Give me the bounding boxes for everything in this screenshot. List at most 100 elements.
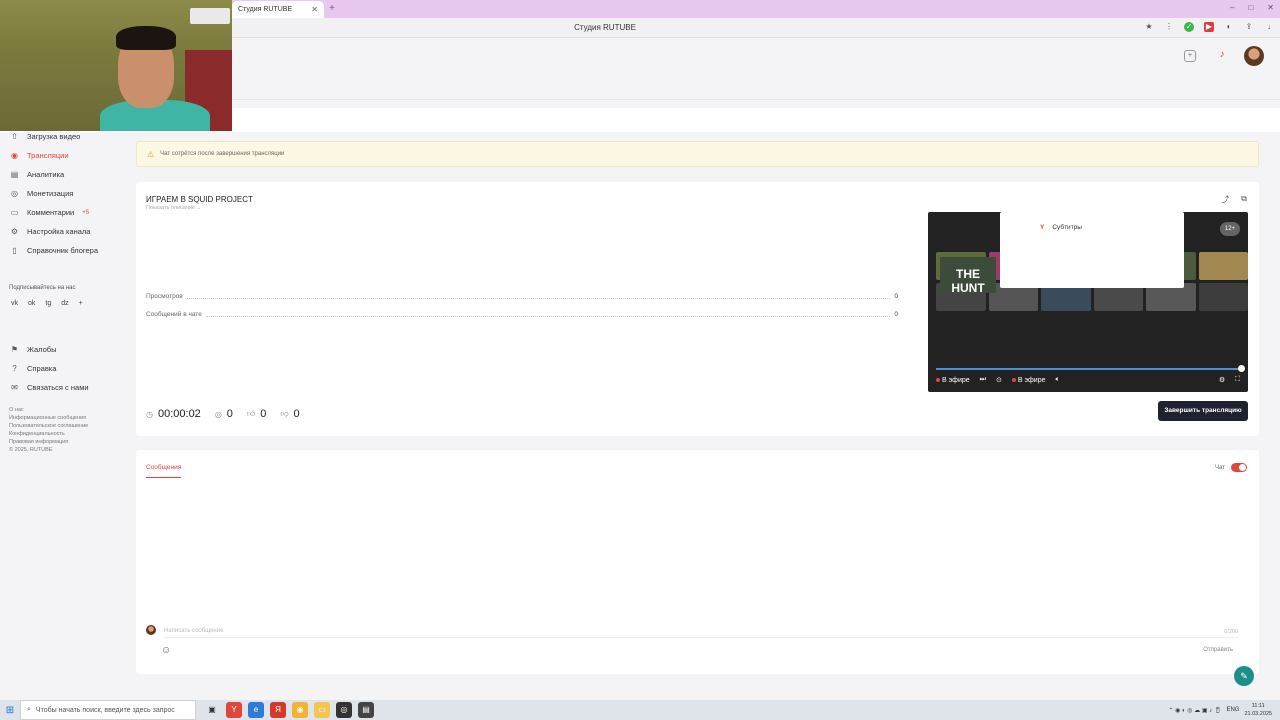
bookmark-icon[interactable]: ★ [1144, 22, 1154, 32]
yandex-icon[interactable]: Я [270, 702, 286, 718]
show-description-link[interactable]: Показать описание ⌄ [146, 205, 201, 211]
tray-icons[interactable]: ⌃ ◉ ◐ ◎ ☁ ▣ ♪ 🔋︎ [1168, 707, 1221, 714]
window-controls: – □ ✕ [1230, 3, 1274, 12]
taskbar-apps: ▣ Y e Я ◉ ▭ ◎ ▤ [204, 702, 374, 718]
camera-icon[interactable]: ⊙ [996, 376, 1002, 384]
stream-card: ИГРАЕМ В SQUID PROJECT Показать описание… [136, 182, 1259, 436]
comments-badge: +5 [82, 209, 90, 216]
minimize-button[interactable]: – [1230, 3, 1234, 12]
sidebar-item-help[interactable]: ? Справка [10, 364, 56, 373]
maximize-button[interactable]: □ [1248, 3, 1253, 12]
extension-icon[interactable]: ✓ [1184, 22, 1194, 32]
menu-icon[interactable]: ⋮ [1164, 22, 1174, 32]
tab-close-icon[interactable]: ✕ [311, 5, 318, 14]
footer-link[interactable]: Правовая информация [9, 438, 88, 446]
download-icon[interactable]: ↓ [1264, 22, 1274, 32]
support-chat-icon[interactable]: ✎ [1234, 666, 1254, 686]
start-icon[interactable]: ⊞ [0, 700, 20, 720]
notification-bell-icon[interactable]: ♪ [1216, 50, 1228, 62]
stat-views: Просмотров 0 [146, 293, 898, 300]
age-rating-badge: 12+ [1220, 222, 1240, 236]
live-label-2: В эфире [1011, 377, 1046, 384]
chat-card: Сообщения Чат Написать сообщение 0/200 ☺… [136, 450, 1259, 674]
sidebar-item-comments[interactable]: ▭ Комментарии +5 [10, 208, 89, 217]
chrome-icon[interactable]: ◉ [292, 702, 308, 718]
language-indicator[interactable]: ENG [1226, 707, 1239, 713]
stream-preview-player[interactable]: THE HUNT Y Субтитры 12+ В эфире ⏭ ⊙ В эф… [928, 212, 1248, 392]
footer-links: О нас Информационные сообщения Пользоват… [9, 406, 88, 454]
upload-icon[interactable]: + [1184, 50, 1196, 62]
book-icon: ▯ [12, 246, 17, 255]
sidebar-item-upload[interactable]: ⇧ Загрузка видео [10, 132, 80, 141]
new-tab-button[interactable]: + [326, 3, 338, 15]
explorer-icon[interactable]: ▭ [314, 702, 330, 718]
clock[interactable]: 11:11 21.03.2025 [1244, 702, 1272, 718]
settings-icon: ⚙ [10, 227, 19, 236]
sidebar-item-blogger-guide[interactable]: ▯ Справочник блогера [10, 246, 98, 255]
follow-label: Подписывайтесь на нас [9, 285, 76, 291]
sidebar-item-complaints[interactable]: ⚑ Жалобы [10, 345, 57, 354]
clock-icon: ◷ [146, 409, 153, 419]
vk-icon[interactable]: vk [11, 300, 18, 307]
send-button[interactable]: Отправить [1203, 647, 1233, 653]
browser-toolbar: ★ ⋮ ✓ ▶ ◐ ⇪ ↓ [1144, 22, 1274, 32]
chat-message-input[interactable]: Написать сообщение [164, 624, 1238, 638]
webcam-overlay [0, 0, 232, 131]
avatar[interactable] [1244, 46, 1264, 66]
chat-toggle-group: Чат [1215, 463, 1247, 472]
taskbar-search[interactable]: ⌕ Чтобы начать поиск, введите здесь запр… [20, 700, 196, 720]
fullscreen-icon[interactable]: ⛶ [1235, 376, 1240, 384]
game-thumbnail-hunt: THE HUNT [940, 257, 996, 295]
chat-toggle[interactable] [1231, 463, 1247, 472]
dislikes-stat: 👎︎ 0 [280, 408, 300, 420]
task-view-icon[interactable]: ▣ [204, 702, 220, 718]
end-stream-button[interactable]: Завершить трансляцию [1158, 401, 1248, 421]
air-conditioner-image [190, 8, 230, 24]
flag-icon: ⚑ [10, 345, 19, 354]
security-icon[interactable]: ◐ [1224, 22, 1234, 32]
alert-text: Чат сотрётся после завершения трансляции [160, 151, 285, 157]
close-window-button[interactable]: ✕ [1267, 3, 1274, 12]
browser-tab[interactable]: Студия RUTUBE ✕ [232, 1, 324, 18]
share-icon[interactable]: ⤴ [1221, 194, 1229, 205]
tab-messages[interactable]: Сообщения [146, 464, 182, 478]
sidebar-item-channel-settings[interactable]: ⚙ Настройка канала [10, 227, 91, 236]
progress-bar[interactable] [936, 368, 1242, 370]
ok-icon[interactable]: ok [28, 300, 35, 307]
thumbs-down-icon: 👎︎ [280, 409, 289, 418]
warning-icon: ⚠ [147, 149, 155, 159]
stat-chat-messages: Сообщений в чате 0 [146, 311, 898, 318]
open-external-icon[interactable]: ⧉ [1241, 194, 1247, 205]
footer-link[interactable]: Пользовательское соглашение [9, 422, 88, 430]
sidebar-item-analytics[interactable]: ▤ Аналитика [10, 170, 64, 179]
sidebar-item-broadcasts[interactable]: ◉ Трансляции [10, 151, 69, 160]
yandex-browser-icon[interactable]: Y [226, 702, 242, 718]
money-icon: ◎ [11, 189, 18, 198]
broadcast-icon: ◉ [11, 151, 18, 160]
edge-icon[interactable]: e [248, 702, 264, 718]
video-extension-icon[interactable]: ▶ [1204, 22, 1214, 32]
emoji-icon[interactable]: ☺ [161, 645, 171, 656]
duration-stat: ◷ 00:00:02 [146, 408, 201, 420]
telegram-icon[interactable]: tg [45, 300, 51, 307]
subtitles-label: Субтитры [1052, 223, 1082, 231]
views-stat: ◎ 0 [214, 408, 233, 420]
volume-icon[interactable]: 🔈︎ [1056, 376, 1060, 384]
sidebar-item-monetization[interactable]: ◎ Монетизация [10, 189, 73, 198]
more-socials-icon[interactable]: + [79, 300, 83, 307]
progress-knob[interactable] [1238, 365, 1245, 372]
footer-link[interactable]: Информационные сообщения [9, 414, 88, 422]
settings-icon[interactable]: ⚙ [1219, 376, 1225, 384]
mail-icon: ✉ [11, 383, 18, 392]
skip-icon[interactable]: ⏭ [980, 376, 986, 384]
analytics-icon: ▤ [10, 170, 19, 179]
dzen-icon[interactable]: dz [61, 300, 68, 307]
yandex-icon: Y [1040, 223, 1045, 231]
footer-link[interactable]: Конфиденциальность [9, 430, 88, 438]
player-controls: В эфире ⏭ ⊙ В эфире 🔈︎ ⚙ ⛶ [936, 374, 1240, 386]
sidebar-item-contact[interactable]: ✉ Связаться с нами [10, 383, 88, 392]
app-icon[interactable]: ▤ [358, 702, 374, 718]
share-icon[interactable]: ⇪ [1244, 22, 1254, 32]
obs-icon[interactable]: ◎ [336, 702, 352, 718]
footer-link[interactable]: О нас [9, 406, 88, 414]
